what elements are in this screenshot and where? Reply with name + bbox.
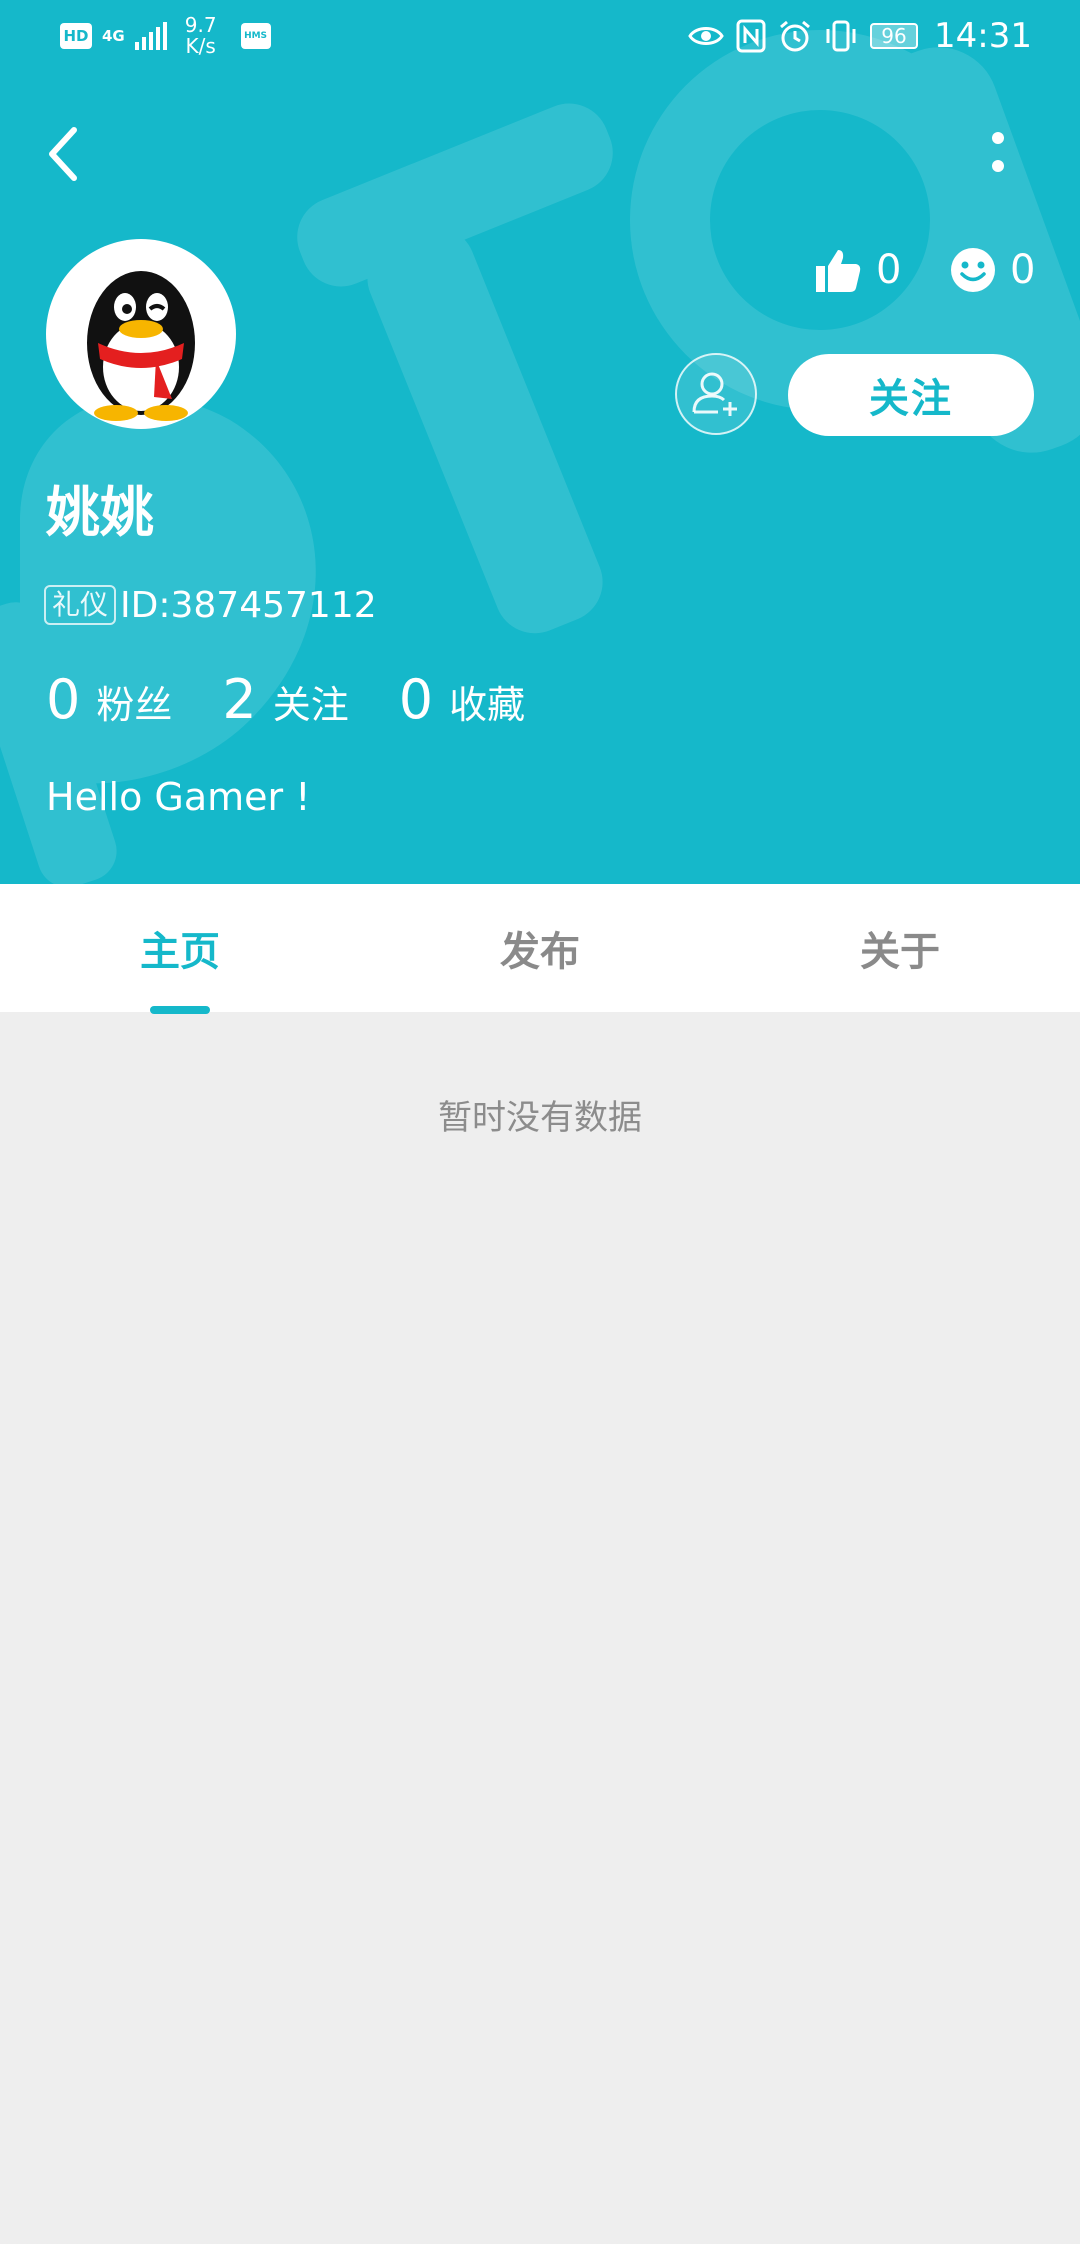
stat-count: 2 (222, 668, 257, 731)
avatar[interactable] (46, 239, 236, 429)
stat-label: 关注 (272, 683, 349, 727)
alarm-icon (780, 20, 810, 52)
tab-posts[interactable]: 发布 (360, 884, 720, 1012)
smile-icon (951, 248, 995, 292)
stat-following[interactable]: 2 关注 (222, 668, 348, 731)
likes-counter[interactable]: 0 (814, 238, 901, 302)
penguin-avatar-icon (87, 271, 195, 421)
watermark-logo (0, 30, 1080, 884)
more-vertical-icon (992, 132, 1004, 172)
user-bio: Hello Gamer ! (46, 775, 311, 819)
network-speed: 9.7 K/s (184, 13, 217, 58)
battery-icon: 96 (870, 23, 919, 49)
smiles-count: 0 (1010, 247, 1036, 293)
likes-count: 0 (876, 247, 902, 293)
chevron-left-icon (49, 127, 77, 181)
stat-count: 0 (46, 668, 81, 731)
stat-fans[interactable]: 0 粉丝 (46, 668, 172, 731)
add-friend-button[interactable] (674, 352, 758, 436)
more-button[interactable] (978, 130, 1018, 182)
stat-label: 收藏 (449, 683, 526, 727)
user-tag-badge: 礼仪 (44, 585, 117, 625)
stat-count: 0 (398, 668, 434, 731)
user-stats: 0 粉丝 2 关注 0 收藏 (46, 668, 575, 738)
tab-about[interactable]: 关于 (720, 884, 1080, 1012)
stat-favorites[interactable]: 0 收藏 (399, 668, 525, 731)
signal-icon (134, 22, 167, 50)
follow-button[interactable]: 关注 (788, 354, 1034, 436)
user-id: ID:387457112 (120, 584, 377, 626)
hd-icon: HD (60, 23, 92, 49)
tab-indicator (150, 1006, 210, 1014)
thumbs-up-icon (816, 250, 861, 292)
status-bar: HD 4G 9.7 K/s HMS 96 14:31 (0, 0, 1080, 72)
back-button[interactable] (40, 124, 90, 184)
empty-state-text: 暂时没有数据 (438, 1098, 642, 1138)
smiles-counter[interactable]: 0 (950, 238, 1035, 302)
tab-home[interactable]: 主页 (0, 884, 360, 1012)
vibrate-icon (826, 20, 856, 52)
nfc-icon (736, 19, 766, 53)
profile-header: HD 4G 9.7 K/s HMS 96 14:31 0 0 关注 姚姚 礼仪 … (0, 0, 1080, 884)
tab-bar: 主页 发布 关于 (0, 884, 1080, 1012)
hms-icon: HMS (240, 23, 271, 49)
user-id-row: 礼仪 ID:387457112 (44, 580, 377, 630)
username: 姚姚 (46, 481, 154, 544)
stat-label: 粉丝 (96, 683, 173, 727)
clock: 14:31 (934, 16, 1032, 56)
eye-icon (688, 27, 724, 45)
network-type: 4G (102, 27, 125, 45)
